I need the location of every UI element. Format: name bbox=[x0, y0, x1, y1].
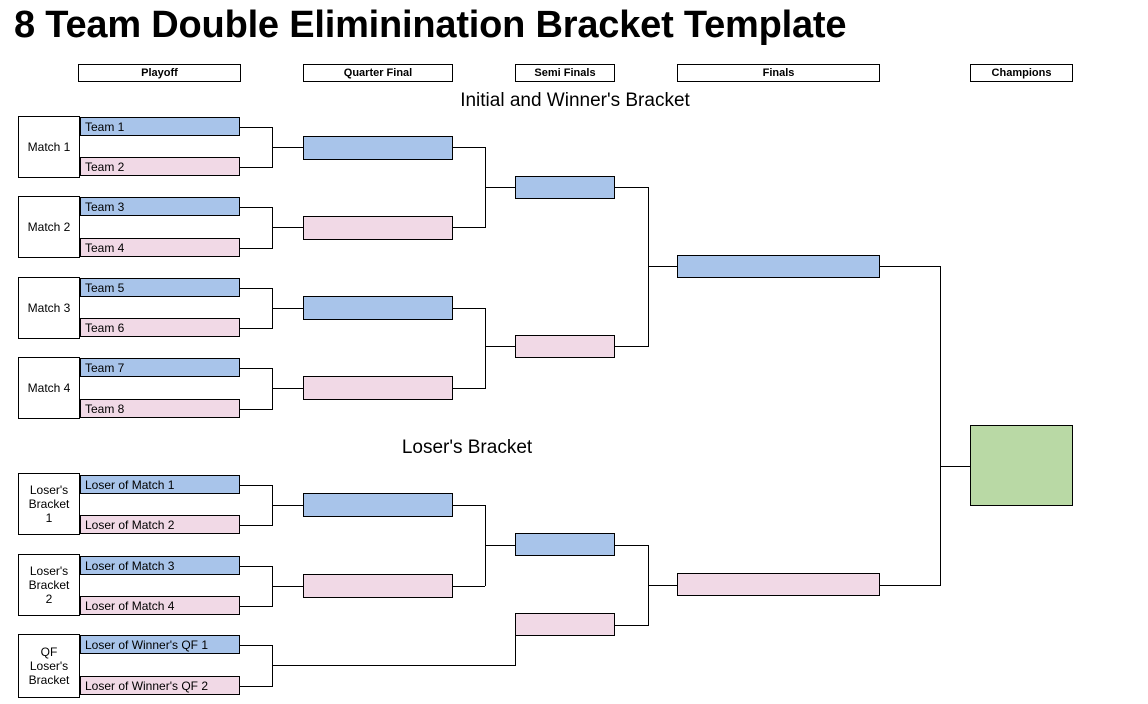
connector-v-3 bbox=[485, 147, 486, 228]
connector-h-14 bbox=[453, 308, 485, 309]
connector-h-27 bbox=[240, 566, 272, 567]
connector-h-1 bbox=[240, 127, 272, 128]
connector-v-6 bbox=[485, 308, 486, 389]
winners-match-label-1: Match 1 bbox=[18, 116, 80, 178]
connector-h-3 bbox=[272, 147, 303, 148]
connector-v-1 bbox=[272, 127, 273, 168]
losers-slot-2-2[interactable]: Loser of Match 4 bbox=[80, 596, 240, 615]
winners-slot-3-1[interactable]: Team 5 bbox=[80, 278, 240, 297]
winners-slot-1-2[interactable]: Team 2 bbox=[80, 157, 240, 176]
winners-qf-box-3[interactable] bbox=[303, 296, 453, 320]
winners-slot-2-1[interactable]: Team 3 bbox=[80, 197, 240, 216]
connector-h-2 bbox=[240, 167, 272, 168]
connector-h-28 bbox=[240, 606, 272, 607]
losers-final-box-1[interactable] bbox=[677, 573, 880, 596]
connector-h-39 bbox=[940, 466, 970, 467]
winners-sf-box-1[interactable] bbox=[515, 176, 615, 199]
connector-h-37 bbox=[648, 585, 677, 586]
winners-slot-4-2[interactable]: Team 8 bbox=[80, 399, 240, 418]
connector-v-2 bbox=[272, 207, 273, 249]
connector-v-7 bbox=[648, 187, 649, 347]
losers-slot-3-1[interactable]: Loser of Winner's QF 1 bbox=[80, 635, 240, 654]
losers-slot-1-1[interactable]: Loser of Match 1 bbox=[80, 475, 240, 494]
connector-v-4 bbox=[272, 288, 273, 329]
connector-h-22 bbox=[880, 266, 940, 267]
connector-h-36 bbox=[615, 625, 648, 626]
winners-match-label-4: Match 4 bbox=[18, 357, 80, 419]
connector-h-29 bbox=[272, 586, 303, 587]
connector-h-26 bbox=[453, 505, 485, 506]
losers-sf-box-2[interactable] bbox=[515, 613, 615, 636]
winners-match-label-2: Match 2 bbox=[18, 196, 80, 258]
connector-v-5 bbox=[272, 368, 273, 410]
champion-box[interactable] bbox=[970, 425, 1073, 506]
losers-slot-3-2[interactable]: Loser of Winner's QF 2 bbox=[80, 676, 240, 695]
connector-h-32 bbox=[615, 545, 648, 546]
connector-v-9 bbox=[272, 566, 273, 607]
connector-v-11 bbox=[272, 645, 273, 687]
losers-match-label-1: Loser's Bracket 1 bbox=[18, 473, 80, 535]
round-header-3[interactable]: Semi Finals bbox=[515, 64, 615, 82]
winners-slot-1-1[interactable]: Team 1 bbox=[80, 117, 240, 136]
winners-match-label-3: Match 3 bbox=[18, 277, 80, 339]
losers-slot-2-1[interactable]: Loser of Match 3 bbox=[80, 556, 240, 575]
losers-match-label-2: Loser's Bracket 2 bbox=[18, 554, 80, 616]
winners-slot-4-1[interactable]: Team 7 bbox=[80, 358, 240, 377]
connector-h-8 bbox=[453, 227, 485, 228]
connector-h-34 bbox=[240, 686, 272, 687]
winners-sf-box-2[interactable] bbox=[515, 335, 615, 358]
connector-h-23 bbox=[240, 485, 272, 486]
winners-qf-box-2[interactable] bbox=[303, 216, 453, 240]
winners-qf-box-1[interactable] bbox=[303, 136, 453, 160]
losers-qf-box-1[interactable] bbox=[303, 493, 453, 517]
connector-h-15 bbox=[240, 368, 272, 369]
connector-v-8 bbox=[272, 485, 273, 526]
winners-final-box-1[interactable] bbox=[677, 255, 880, 278]
connector-v-14 bbox=[940, 266, 941, 586]
connector-h-11 bbox=[240, 288, 272, 289]
connector-h-4 bbox=[453, 147, 485, 148]
losers-match-label-3: QF Loser's Bracket bbox=[18, 634, 80, 698]
round-header-1[interactable]: Playoff bbox=[78, 64, 241, 82]
connector-h-38 bbox=[880, 585, 940, 586]
connector-h-16 bbox=[240, 409, 272, 410]
connector-h-13 bbox=[272, 308, 303, 309]
page-title: 8 Team Double Eliminination Bracket Temp… bbox=[14, 4, 847, 46]
connector-h-24 bbox=[240, 525, 272, 526]
connector-h-19 bbox=[485, 346, 515, 347]
connector-h-35 bbox=[272, 665, 515, 666]
winners-qf-box-4[interactable] bbox=[303, 376, 453, 400]
connector-h-31 bbox=[485, 545, 515, 546]
winners-slot-2-2[interactable]: Team 4 bbox=[80, 238, 240, 257]
winners-slot-3-2[interactable]: Team 6 bbox=[80, 318, 240, 337]
losers-slot-1-2[interactable]: Loser of Match 2 bbox=[80, 515, 240, 534]
connector-h-5 bbox=[240, 207, 272, 208]
round-header-2[interactable]: Quarter Final bbox=[303, 64, 453, 82]
connector-h-17 bbox=[272, 388, 303, 389]
bracket-canvas: 8 Team Double Eliminination Bracket Temp… bbox=[0, 0, 1148, 704]
connector-h-30 bbox=[453, 586, 485, 587]
connector-v-10 bbox=[485, 505, 486, 586]
connector-h-18 bbox=[453, 388, 485, 389]
connector-h-20 bbox=[615, 346, 648, 347]
connector-h-25 bbox=[272, 505, 303, 506]
round-header-4[interactable]: Finals bbox=[677, 64, 880, 82]
connector-h-33 bbox=[240, 645, 272, 646]
connector-v-13 bbox=[648, 545, 649, 626]
section-caption-2: Loser's Bracket bbox=[401, 437, 533, 458]
connector-h-10 bbox=[615, 187, 648, 188]
losers-qf-box-2[interactable] bbox=[303, 574, 453, 598]
connector-h-12 bbox=[240, 328, 272, 329]
connector-h-7 bbox=[272, 227, 303, 228]
section-caption-1: Initial and Winner's Bracket bbox=[460, 90, 690, 111]
round-header-5[interactable]: Champions bbox=[970, 64, 1073, 82]
connector-h-21 bbox=[648, 266, 677, 267]
connector-h-9 bbox=[485, 187, 515, 188]
losers-sf-box-1[interactable] bbox=[515, 533, 615, 556]
connector-h-6 bbox=[240, 248, 272, 249]
